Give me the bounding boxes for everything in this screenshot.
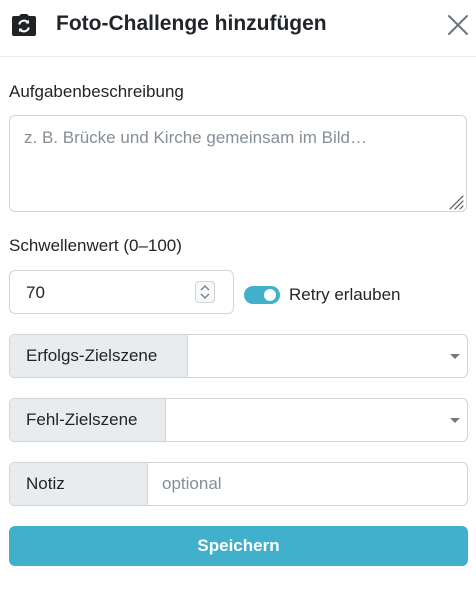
save-button[interactable]: Speichern bbox=[9, 526, 468, 566]
modal-header: Foto-Challenge hinzufügen bbox=[0, 0, 476, 57]
success-scene-select[interactable] bbox=[188, 335, 467, 377]
note-label: Notiz bbox=[26, 474, 65, 493]
success-scene-group: Erfolgs-Zielszene bbox=[9, 334, 468, 378]
note-group: Notiz bbox=[9, 462, 468, 506]
retry-toggle[interactable] bbox=[244, 286, 280, 304]
fail-scene-select[interactable] bbox=[166, 399, 467, 441]
note-addon: Notiz bbox=[10, 463, 148, 505]
toggle-knob bbox=[264, 289, 276, 301]
threshold-value: 70 bbox=[26, 283, 45, 302]
threshold-stepper[interactable] bbox=[195, 281, 215, 303]
stepper-arrows-icon bbox=[200, 285, 210, 299]
fail-scene-label: Fehl-Zielszene bbox=[26, 410, 138, 429]
threshold-label: Schwellenwert (0–100) bbox=[9, 236, 182, 255]
note-input[interactable] bbox=[148, 463, 467, 505]
fail-scene-group: Fehl-Zielszene bbox=[9, 398, 468, 442]
threshold-input[interactable]: 70 bbox=[9, 270, 234, 314]
description-textarea[interactable] bbox=[9, 115, 467, 212]
camera-rotate-icon bbox=[12, 14, 36, 36]
success-scene-label: Erfolgs-Zielszene bbox=[26, 346, 158, 365]
close-icon bbox=[448, 15, 468, 35]
fail-scene-addon: Fehl-Zielszene bbox=[10, 399, 166, 441]
resize-handle-icon[interactable] bbox=[448, 194, 464, 210]
success-scene-addon: Erfolgs-Zielszene bbox=[10, 335, 188, 377]
chevron-down-icon bbox=[450, 418, 460, 423]
chevron-down-icon bbox=[450, 354, 460, 359]
description-label: Aufgabenbeschreibung bbox=[9, 82, 184, 101]
modal-title: Foto-Challenge hinzufügen bbox=[56, 12, 327, 35]
retry-label[interactable]: Retry erlauben bbox=[289, 285, 401, 305]
close-button[interactable] bbox=[444, 11, 472, 39]
